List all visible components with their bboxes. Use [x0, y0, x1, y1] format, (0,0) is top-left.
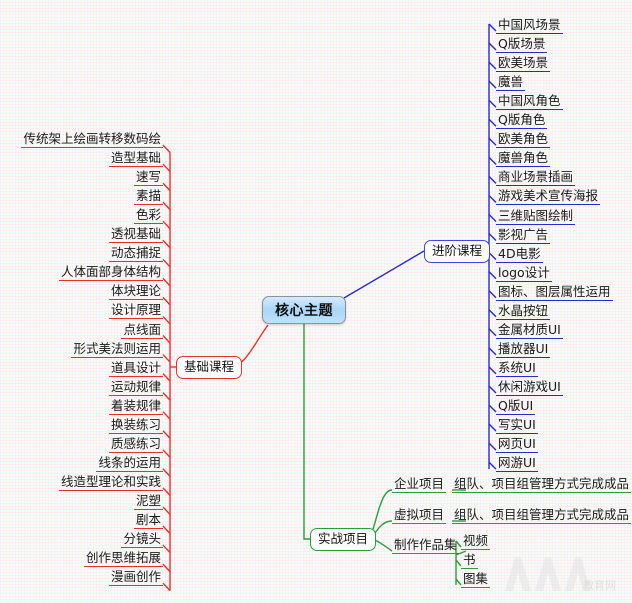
advanced-leaf-12[interactable]: 4D电影 — [496, 246, 543, 263]
basic-leaf-14[interactable]: 着装规律 — [108, 398, 163, 415]
watermark: 教育网 — [487, 551, 627, 599]
basic-leaf-15[interactable]: 换装练习 — [108, 417, 163, 434]
branch-node-basic[interactable]: 基础课程 — [176, 356, 243, 379]
branch-node-practice[interactable]: 实战项目 — [310, 528, 377, 551]
advanced-leaf-15[interactable]: 水晶按钮 — [496, 303, 551, 320]
advanced-leaf-19[interactable]: 休闲游戏UI — [496, 379, 563, 396]
basic-leaf-3[interactable]: 素描 — [133, 188, 163, 206]
basic-leaf-22[interactable]: 创作思维拓展 — [83, 550, 163, 568]
practice-child-1[interactable]: 虚拟项目 — [392, 507, 447, 524]
basic-leaf-7[interactable]: 人体面部身体结构 — [58, 264, 163, 282]
advanced-leaf-17[interactable]: 播放器UI — [496, 341, 551, 358]
basic-leaf-17[interactable]: 线条的运用 — [96, 455, 163, 472]
practice-child-0[interactable]: 企业项目 — [392, 476, 447, 493]
basic-leaf-21[interactable]: 分镜头 — [121, 531, 163, 549]
basic-leaf-18[interactable]: 线造型理论和实践 — [58, 474, 163, 491]
basic-leaf-9[interactable]: 设计原理 — [108, 302, 163, 320]
portfolio-item-1[interactable]: 书 — [461, 552, 478, 569]
basic-leaf-8[interactable]: 体块理论 — [108, 283, 163, 301]
advanced-leaf-22[interactable]: 网页UI — [496, 436, 538, 454]
basic-leaf-1[interactable]: 造型基础 — [108, 150, 163, 168]
advanced-leaf-6[interactable]: 欧美角色 — [496, 131, 551, 149]
advanced-leaf-23[interactable]: 网游UI — [496, 455, 538, 473]
watermark-text: 教育网 — [583, 579, 616, 592]
practice-virtual-detail[interactable]: 组队、项目组管理方式完成成品 — [452, 507, 632, 524]
advanced-leaf-3[interactable]: 魔兽 — [496, 74, 526, 92]
advanced-leaf-20[interactable]: Q版UI — [496, 398, 536, 415]
advanced-leaf-21[interactable]: 写实UI — [496, 417, 538, 435]
basic-leaf-13[interactable]: 运动规律 — [108, 379, 163, 396]
advanced-leaf-18[interactable]: 系统UI — [496, 360, 538, 377]
advanced-leaf-1[interactable]: Q版场景 — [496, 36, 548, 54]
advanced-leaf-5[interactable]: Q版角色 — [496, 112, 548, 130]
advanced-leaf-9[interactable]: 游戏美术宣传海报 — [496, 188, 601, 206]
advanced-leaf-16[interactable]: 金属材质UI — [496, 322, 563, 339]
watermark-logo-icon — [505, 557, 591, 591]
basic-leaf-16[interactable]: 质感练习 — [108, 436, 163, 453]
mindmap-canvas: 核心主题 基础课程 进阶课程 实战项目 传统架上绘画转移数码绘造型基础 速写 素描色… — [0, 0, 632, 603]
practice-child-2[interactable]: 制作作品集 — [392, 537, 459, 554]
basic-leaf-0[interactable]: 传统架上绘画转移数码绘 — [21, 131, 163, 148]
basic-leaf-10[interactable]: 点线面 — [121, 322, 163, 339]
advanced-leaf-13[interactable]: logo设计 — [496, 265, 552, 282]
basic-leaf-6[interactable]: 动态捕捉 — [108, 245, 163, 263]
basic-leaf-12[interactable]: 道具设计 — [108, 360, 163, 377]
basic-leaf-2[interactable]: 速写 — [133, 169, 163, 187]
advanced-leaf-4[interactable]: 中国风角色 — [496, 93, 563, 111]
practice-enterprise-detail[interactable]: 组队、项目组管理方式完成成品 — [452, 476, 632, 493]
basic-leaf-11[interactable]: 形式美法则运用 — [71, 341, 163, 358]
basic-leaf-20[interactable]: 剧本 — [133, 512, 163, 529]
basic-leaf-23[interactable]: 漫画创作 — [108, 569, 163, 587]
advanced-leaf-10[interactable]: 三维贴图绘制 — [496, 208, 576, 225]
basic-leaf-5[interactable]: 透视基础 — [108, 226, 163, 244]
portfolio-item-0[interactable]: 视频 — [461, 533, 491, 550]
advanced-leaf-11[interactable]: 影视广告 — [496, 227, 551, 244]
advanced-leaf-2[interactable]: 欧美场景 — [496, 55, 551, 73]
basic-leaf-19[interactable]: 泥塑 — [133, 493, 163, 510]
advanced-leaf-7[interactable]: 魔兽角色 — [496, 150, 551, 168]
advanced-leaf-8[interactable]: 商业场景插画 — [496, 169, 576, 187]
advanced-leaf-0[interactable]: 中国风场景 — [496, 17, 563, 34]
basic-leaf-4[interactable]: 色彩 — [133, 207, 163, 225]
portfolio-item-2[interactable]: 图集 — [461, 571, 491, 588]
branch-node-advanced[interactable]: 进阶课程 — [424, 240, 491, 263]
core-topic-node[interactable]: 核心主题 — [262, 296, 346, 324]
advanced-leaf-14[interactable]: 图标、图层属性运用 — [496, 284, 613, 301]
